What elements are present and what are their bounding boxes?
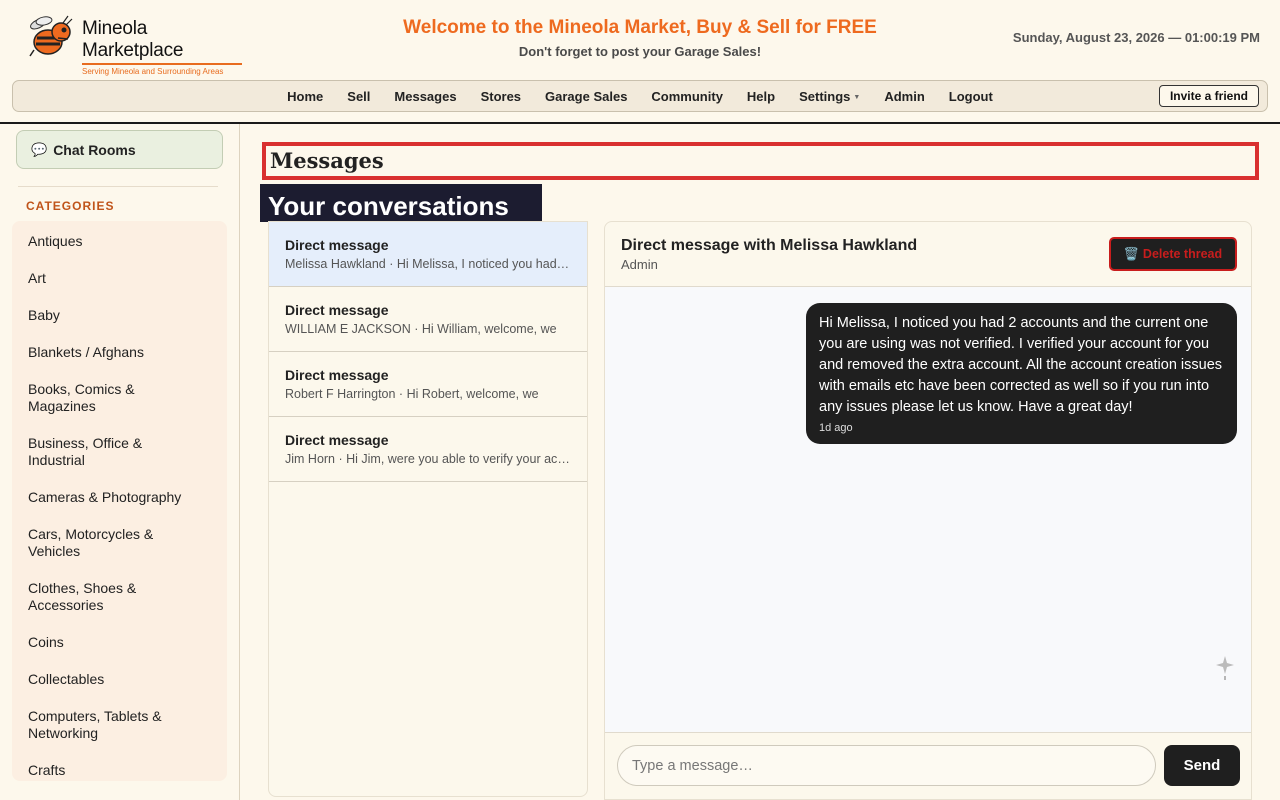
thread-list: Direct message Melissa Hawkland · Hi Mel…: [268, 221, 588, 797]
current-datetime: Sunday, August 23, 2026 — 01:00:19 PM: [1012, 30, 1260, 45]
thread-preview: WILLIAM E JACKSON · Hi William, welcome,…: [285, 322, 557, 336]
message-area[interactable]: Hi Melissa, I noticed you had 2 accounts…: [605, 287, 1251, 732]
site-logo[interactable]: Mineola Marketplace Serving Mineola and …: [28, 14, 243, 76]
speech-bubble-icon: 💬: [31, 141, 48, 157]
thread-title: Direct message: [285, 432, 389, 448]
category-item-baby[interactable]: Baby: [28, 307, 188, 324]
category-item-antiques[interactable]: Antiques: [28, 233, 188, 250]
thread-preview: Melissa Hawkland · Hi Melissa, I noticed…: [285, 257, 571, 271]
category-item-books[interactable]: Books, Comics & Magazines: [28, 381, 188, 415]
thread-item-melissa[interactable]: Direct message Melissa Hawkland · Hi Mel…: [269, 222, 587, 287]
nav-sell[interactable]: Sell: [347, 89, 370, 104]
composer: Send: [605, 732, 1251, 799]
category-item-clothes[interactable]: Clothes, Shoes & Accessories: [28, 580, 188, 614]
sidebar: 💬 Chat Rooms CATEGORIES Antiques Art Bab…: [0, 124, 240, 800]
main-nav: Home Sell Messages Stores Garage Sales C…: [12, 80, 1268, 112]
chat-rooms-button[interactable]: 💬 Chat Rooms: [16, 130, 223, 169]
nav-garage-sales[interactable]: Garage Sales: [545, 89, 627, 104]
site-header: Mineola Marketplace Serving Mineola and …: [0, 0, 1280, 80]
category-item-business[interactable]: Business, Office & Industrial: [28, 435, 188, 469]
message-text: Hi Melissa, I noticed you had 2 accounts…: [819, 315, 1223, 415]
nav-admin[interactable]: Admin: [884, 89, 924, 104]
chat-subtitle: Admin: [621, 257, 658, 272]
thread-item-jim[interactable]: Direct message Jim Horn · Hi Jim, were y…: [269, 417, 587, 482]
message-input[interactable]: [617, 745, 1156, 786]
category-item-cameras[interactable]: Cameras & Photography: [28, 489, 188, 506]
delete-thread-label: Delete thread: [1142, 246, 1223, 261]
logo-title: Mineola Marketplace: [82, 18, 184, 61]
categories-list: Antiques Art Baby Blankets / Afghans Boo…: [12, 221, 227, 781]
thread-title: Direct message: [285, 237, 389, 253]
logo-subtitle: Serving Mineola and Surrounding Areas: [82, 67, 224, 76]
categories-heading: CATEGORIES: [26, 199, 115, 213]
nav-help[interactable]: Help: [747, 89, 775, 104]
nav-messages[interactable]: Messages: [394, 89, 456, 104]
welcome-banner: Welcome to the Mineola Market, Buy & Sel…: [340, 17, 940, 59]
logo-underline: [82, 63, 242, 65]
nav-home[interactable]: Home: [287, 89, 323, 104]
thread-item-william[interactable]: Direct message WILLIAM E JACKSON · Hi Wi…: [269, 287, 587, 352]
category-item-coins[interactable]: Coins: [28, 634, 188, 651]
nav-settings[interactable]: Settings ▼: [799, 89, 860, 104]
page-title: Messages: [270, 148, 384, 173]
nav-logout[interactable]: Logout: [949, 89, 993, 104]
thread-preview: Robert F Harrington · Hi Robert, welcome…: [285, 387, 539, 401]
trash-icon: 🗑️: [1123, 246, 1140, 261]
category-item-computers[interactable]: Computers, Tablets & Networking: [28, 708, 188, 742]
chat-rooms-label: Chat Rooms: [53, 141, 136, 158]
category-item-crafts[interactable]: Crafts: [28, 762, 188, 779]
send-button[interactable]: Send: [1164, 745, 1240, 786]
message-timestamp: 1d ago: [819, 422, 853, 434]
thread-title: Direct message: [285, 302, 389, 318]
chat-panel: Direct message with Melissa Hawkland Adm…: [604, 221, 1252, 800]
thread-title: Direct message: [285, 367, 389, 383]
message-bubble-outgoing: Hi Melissa, I noticed you had 2 accounts…: [806, 303, 1237, 444]
sparkle-icon[interactable]: [1215, 654, 1235, 682]
category-item-vehicles[interactable]: Cars, Motorcycles & Vehicles: [28, 526, 188, 560]
chat-header: Direct message with Melissa Hawkland Adm…: [605, 222, 1251, 287]
nav-settings-label: Settings: [799, 88, 851, 104]
nav-stores[interactable]: Stores: [481, 89, 521, 104]
category-item-blankets[interactable]: Blankets / Afghans: [28, 344, 188, 361]
welcome-subtitle: Don't forget to post your Garage Sales!: [518, 44, 762, 59]
chat-title: Direct message with Melissa Hawkland: [621, 237, 918, 254]
nav-community[interactable]: Community: [651, 89, 723, 104]
thread-preview: Jim Horn · Hi Jim, were you able to veri…: [285, 452, 571, 466]
caret-down-icon: ▼: [853, 93, 861, 101]
category-item-collectables[interactable]: Collectables: [28, 671, 188, 688]
page-title-box: Messages: [262, 142, 1259, 180]
conversations-heading: Your conversations: [260, 184, 542, 222]
sidebar-divider: [18, 186, 218, 187]
thread-item-robert[interactable]: Direct message Robert F Harrington · Hi …: [269, 352, 587, 417]
category-item-art[interactable]: Art: [28, 270, 188, 287]
invite-friend-button[interactable]: Invite a friend: [1158, 85, 1259, 107]
delete-thread-button[interactable]: 🗑️ Delete thread: [1109, 237, 1237, 271]
hornet-mascot-icon: [28, 14, 74, 58]
welcome-title: Welcome to the Mineola Market, Buy & Sel…: [403, 17, 877, 38]
